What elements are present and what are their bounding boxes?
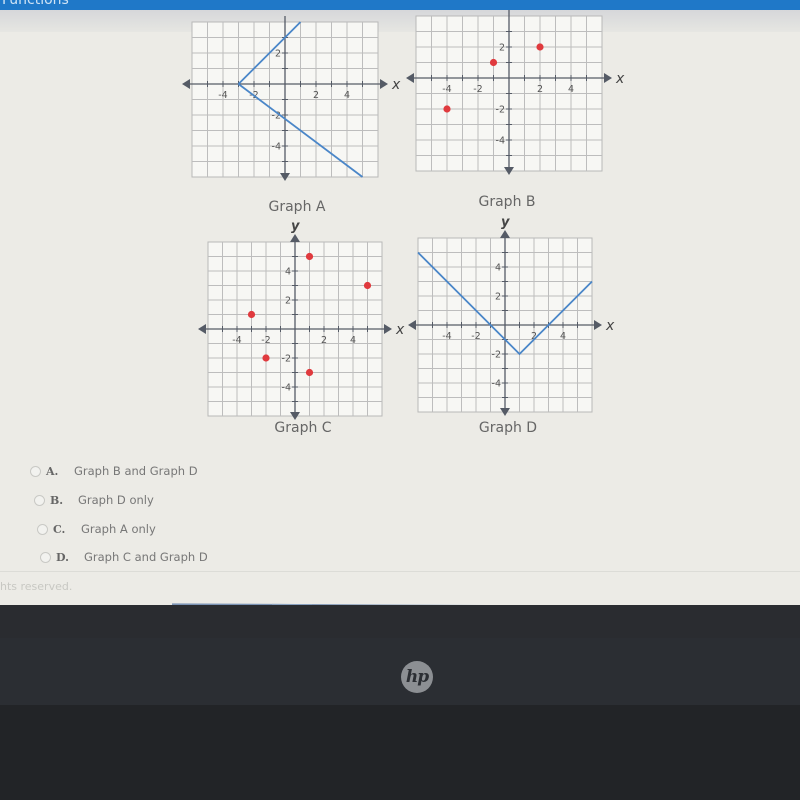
x-axis-arrow-left — [406, 73, 414, 83]
x-axis-arrow-right — [594, 320, 602, 330]
y-axis-label: y — [291, 219, 300, 234]
browser-viewport: Functions x -4 -2 2 4 2 -2 -4 Graph A x -4 -2 2 4 2 -… — [0, 0, 800, 605]
x-tick-label: -2 — [471, 331, 480, 342]
graph-b-label: Graph B — [478, 194, 536, 210]
x-axis-label: x — [615, 71, 625, 87]
x-tick-label: -4 — [232, 335, 241, 346]
radio-button[interactable] — [34, 494, 45, 506]
x-tick-label: -4 — [442, 331, 451, 342]
graph-d-label: Graph D — [478, 420, 538, 436]
y-axis-arrow-up — [500, 230, 510, 238]
y-tick-label: -2 — [282, 354, 291, 365]
option-text: Graph B and Graph D — [74, 464, 198, 478]
y-axis-label: y — [501, 215, 510, 230]
title-bar: Functions — [0, 0, 800, 10]
option-b[interactable]: B. Graph D only — [34, 493, 154, 507]
option-letter: B. — [50, 493, 64, 507]
option-d[interactable]: D. Graph C and Graph D — [40, 550, 208, 564]
data-point — [305, 252, 314, 261]
x-axis-arrow-left — [182, 79, 190, 89]
taskbar: e ∞ G — [172, 603, 800, 605]
graph-a-label: Graph A — [268, 199, 326, 215]
graph-b: x -4 -2 2 4 2 -2 -4 — [406, 10, 630, 214]
x-axis-arrow-left — [408, 320, 416, 330]
option-text: Graph D only — [78, 493, 154, 507]
x-tick-label: 4 — [350, 335, 356, 346]
option-letter: D. — [56, 550, 69, 564]
y-tick-label: -2 — [496, 105, 505, 116]
y-tick-label: 2 — [275, 49, 281, 60]
copyright-text: hts reserved. — [0, 580, 73, 593]
graph-c: x y -4 -2 2 4 4 2 -2 -4 — [198, 219, 410, 431]
data-point — [262, 354, 270, 362]
graph-c-svg: x y -4 -2 2 4 4 2 -2 -4 — [198, 219, 405, 420]
option-text: Graph A only — [81, 522, 156, 536]
x-tick-label: -2 — [473, 84, 482, 95]
data-point — [247, 310, 256, 319]
y-tick-label: 4 — [495, 263, 501, 274]
y-tick-label: 2 — [495, 292, 501, 303]
data-point — [536, 43, 544, 51]
y-tick-label: -2 — [492, 350, 501, 361]
x-tick-label: -4 — [442, 84, 451, 95]
x-axis-label: x — [605, 318, 615, 334]
data-point — [305, 368, 314, 377]
graph-d-svg: xy-4 -2 2 442-2-4 — [408, 215, 615, 416]
radio-button[interactable] — [30, 465, 41, 477]
graph-a: x -4 -2 2 4 2 -2 -4 — [182, 10, 401, 214]
toolbar-shade — [0, 10, 800, 32]
x-tick-label: 4 — [568, 84, 574, 95]
x-tick-label: 4 — [560, 331, 566, 342]
x-axis-arrow-left — [198, 324, 206, 334]
y-tick-label: 2 — [285, 296, 291, 307]
x-axis-label: x — [391, 77, 401, 93]
graph-c-label: Graph C — [274, 420, 332, 436]
page-title: Functions — [2, 0, 69, 8]
graph-b-svg: x -4 -2 2 4 2 -2 -4 — [406, 10, 625, 175]
option-a[interactable]: A. Graph B and Graph D — [30, 464, 198, 478]
y-tick-label: 2 — [499, 43, 505, 54]
y-tick-label: -4 — [492, 379, 501, 390]
y-tick-label: -4 — [272, 142, 281, 153]
option-letter: A. — [46, 464, 59, 478]
data-point — [489, 58, 498, 67]
x-tick-label: 4 — [344, 90, 350, 101]
divider — [0, 571, 800, 572]
x-tick-label: 2 — [313, 90, 319, 101]
option-c[interactable]: C. Graph A only — [37, 522, 156, 536]
edge-active-highlight — [272, 603, 312, 605]
graph-d: x y -4 -2 2 4 4 2 -2 -4 — [408, 215, 620, 431]
x-tick-label: 2 — [537, 84, 543, 95]
graph-a-svg: x-4 -2 2 42-2-4 — [182, 16, 401, 181]
x-tick-label: -4 — [218, 90, 227, 101]
y-tick-label: -4 — [496, 136, 505, 147]
x-axis-label: x — [395, 322, 405, 338]
y-tick-label: -4 — [282, 383, 291, 394]
x-axis-arrow-right — [384, 324, 392, 334]
data-point — [363, 281, 372, 290]
y-tick-label: 4 — [285, 267, 291, 278]
y-axis-arrow-up — [290, 234, 300, 242]
hp-logo: hp — [401, 661, 433, 693]
x-tick-label: 2 — [321, 335, 327, 346]
option-letter: C. — [53, 522, 66, 536]
x-axis-arrow-right — [380, 79, 388, 89]
data-point — [443, 105, 451, 113]
laptop-bezel-lower — [0, 705, 800, 800]
radio-button[interactable] — [40, 551, 51, 563]
radio-button[interactable] — [37, 523, 48, 535]
x-axis-arrow-right — [604, 73, 612, 83]
x-tick-label: -2 — [261, 335, 270, 346]
option-text: Graph C and Graph D — [84, 550, 208, 564]
